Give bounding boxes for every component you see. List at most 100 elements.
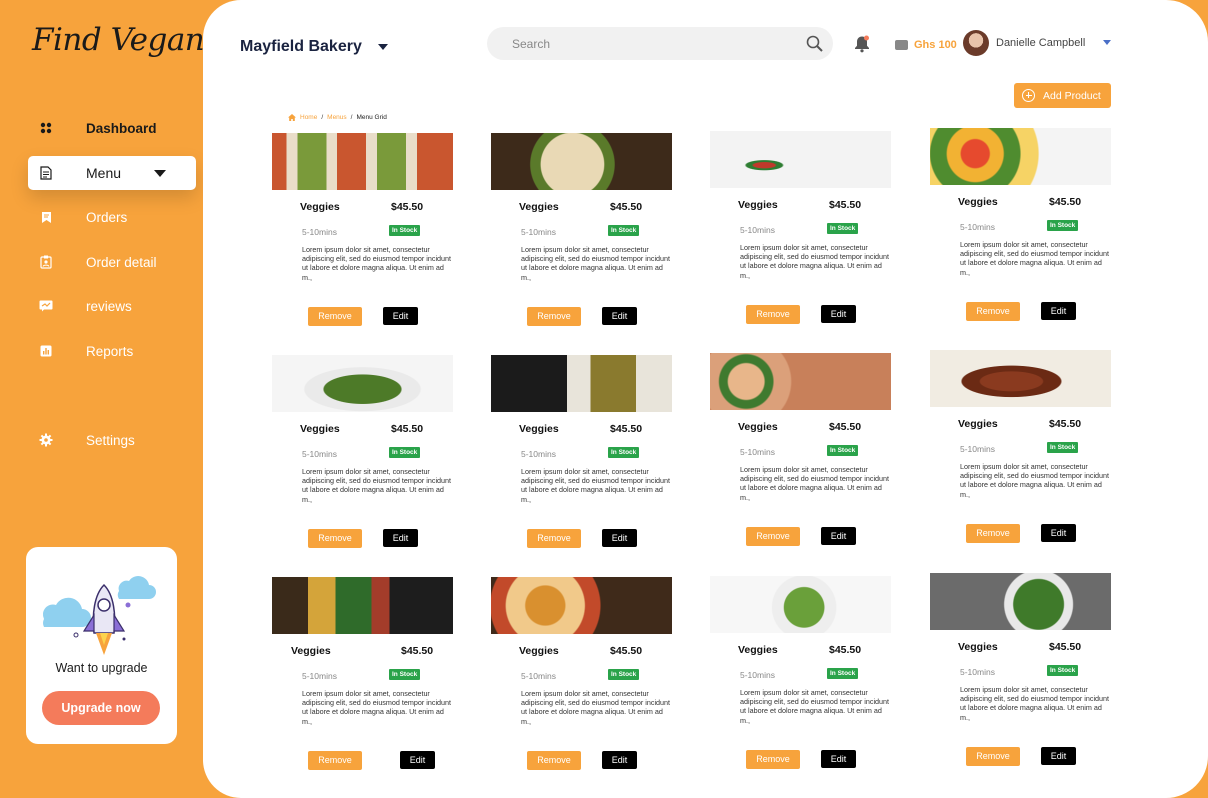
- sidebar-item-reports[interactable]: Reports: [28, 334, 196, 368]
- product-price: $45.50: [610, 423, 643, 435]
- sidebar-item-menu[interactable]: Menu: [28, 156, 196, 190]
- product-description: Lorem ipsum dolor sit amet, consectetur …: [521, 689, 671, 726]
- prep-time: 5-10mins: [740, 225, 775, 235]
- product-image: [710, 576, 891, 633]
- search-input[interactable]: [512, 27, 792, 60]
- search-icon[interactable]: [806, 35, 823, 57]
- prep-time: 5-10mins: [740, 447, 775, 457]
- product-price: $45.50: [401, 645, 434, 657]
- product-description: Lorem ipsum dolor sit amet, consectetur …: [740, 688, 890, 725]
- sidebar-item-label: Order detail: [86, 254, 157, 270]
- remove-button[interactable]: Remove: [527, 751, 581, 770]
- sidebar-item-settings[interactable]: Settings: [28, 423, 196, 457]
- remove-button[interactable]: Remove: [746, 750, 800, 769]
- product-description: Lorem ipsum dolor sit amet, consectetur …: [960, 685, 1110, 722]
- sidebar-item-label: Reports: [86, 343, 134, 359]
- edit-button[interactable]: Edit: [821, 750, 856, 768]
- remove-button[interactable]: Remove: [746, 305, 800, 324]
- remove-button[interactable]: Remove: [966, 302, 1020, 321]
- sidebar-item-reviews[interactable]: reviews: [28, 289, 196, 323]
- remove-button[interactable]: Remove: [746, 527, 800, 546]
- product-description: Lorem ipsum dolor sit amet, consectetur …: [960, 240, 1110, 277]
- sidebar: Find Vegan Dashboard Menu Orders Order d…: [0, 0, 210, 798]
- review-icon: [38, 298, 54, 314]
- sidebar-item-order-detail[interactable]: Order detail: [28, 245, 196, 279]
- product-name: Veggies: [519, 645, 559, 657]
- avatar[interactable]: [963, 30, 989, 56]
- remove-button[interactable]: Remove: [527, 529, 581, 548]
- chart-icon: [38, 343, 54, 359]
- balance-value: Ghs 100: [914, 39, 957, 51]
- stock-badge: In Stock: [389, 447, 421, 458]
- remove-button[interactable]: Remove: [308, 529, 362, 548]
- sidebar-item-dashboard[interactable]: Dashboard: [28, 111, 196, 145]
- product-description: Lorem ipsum dolor sit amet, consectetur …: [521, 245, 671, 282]
- sidebar-item-label: Dashboard: [86, 120, 157, 136]
- product-price: $45.50: [391, 201, 424, 213]
- product-name: Veggies: [519, 423, 559, 435]
- edit-button[interactable]: Edit: [821, 305, 856, 323]
- remove-button[interactable]: Remove: [966, 524, 1020, 543]
- product-price: $45.50: [610, 645, 643, 657]
- product-card: Veggies $45.50 5-10mins In Stock Lorem ipsum…: [491, 577, 672, 782]
- product-price: $45.50: [1049, 418, 1082, 430]
- product-name: Veggies: [958, 196, 998, 208]
- remove-button[interactable]: Remove: [966, 747, 1020, 766]
- product-description: Lorem ipsum dolor sit amet, consectetur …: [960, 462, 1110, 499]
- edit-button[interactable]: Edit: [1041, 747, 1076, 765]
- stock-badge: In Stock: [827, 445, 859, 456]
- product-card: Veggies $45.50 5-10mins In Stock Lorem ipsum…: [491, 355, 672, 560]
- product-image: [272, 355, 453, 412]
- edit-button[interactable]: Edit: [1041, 524, 1076, 542]
- remove-button[interactable]: Remove: [308, 751, 362, 770]
- upgrade-title: Want to upgrade: [55, 661, 148, 675]
- bell-icon[interactable]: [854, 35, 870, 58]
- stock-badge: In Stock: [1047, 665, 1079, 676]
- chevron-down-icon[interactable]: [1103, 40, 1111, 45]
- edit-button[interactable]: Edit: [602, 529, 637, 547]
- product-card: Veggies $45.50 5-10mins In Stock Lorem ipsum…: [272, 133, 453, 338]
- document-icon: [38, 165, 54, 181]
- product-name: Veggies: [958, 641, 998, 653]
- edit-button[interactable]: Edit: [602, 751, 637, 769]
- product-name: Veggies: [300, 423, 340, 435]
- product-description: Lorem ipsum dolor sit amet, consectetur …: [740, 243, 890, 280]
- product-price: $45.50: [610, 201, 643, 213]
- product-card: Veggies $45.50 5-10mins In Stock Lorem ipsum…: [272, 355, 453, 560]
- sidebar-item-orders[interactable]: Orders: [28, 200, 196, 234]
- orders-icon: [38, 209, 54, 225]
- product-card: Veggies $45.50 5-10mins In Stock Lorem ipsum…: [710, 131, 891, 336]
- edit-button[interactable]: Edit: [1041, 302, 1076, 320]
- chevron-down-icon[interactable]: [154, 169, 166, 177]
- remove-button[interactable]: Remove: [308, 307, 362, 326]
- add-product-button[interactable]: Add Product: [1014, 83, 1111, 108]
- product-card: Veggies $45.50 5-10mins In Stock Lorem ipsum…: [710, 353, 891, 558]
- stock-badge: In Stock: [389, 225, 421, 236]
- store-selector[interactable]: Mayfield Bakery: [240, 38, 388, 56]
- product-image: [710, 131, 891, 188]
- prep-time: 5-10mins: [960, 667, 995, 677]
- product-price: $45.50: [1049, 196, 1082, 208]
- breadcrumb-home[interactable]: Home: [300, 114, 317, 121]
- remove-button[interactable]: Remove: [527, 307, 581, 326]
- breadcrumb-menus[interactable]: Menus: [327, 114, 347, 121]
- edit-button[interactable]: Edit: [383, 529, 418, 547]
- upgrade-now-button[interactable]: Upgrade now: [42, 691, 160, 725]
- edit-button[interactable]: Edit: [821, 527, 856, 545]
- edit-button[interactable]: Edit: [383, 307, 418, 325]
- prep-time: 5-10mins: [960, 444, 995, 454]
- edit-button[interactable]: Edit: [602, 307, 637, 325]
- product-image: [930, 128, 1111, 185]
- user-name[interactable]: Danielle Campbell: [996, 37, 1085, 49]
- home-icon: [288, 114, 296, 121]
- breadcrumb-current: Menu Grid: [356, 114, 387, 121]
- product-description: Lorem ipsum dolor sit amet, consectetur …: [302, 689, 452, 726]
- store-name: Mayfield Bakery: [240, 38, 362, 55]
- stock-badge: In Stock: [389, 669, 421, 680]
- product-description: Lorem ipsum dolor sit amet, consectetur …: [302, 245, 452, 282]
- prep-time: 5-10mins: [521, 671, 556, 681]
- product-card: Veggies $45.50 5-10mins In Stock Lorem ipsum…: [930, 573, 1111, 778]
- wallet-balance[interactable]: Ghs 100: [895, 39, 957, 51]
- prep-time: 5-10mins: [740, 670, 775, 680]
- edit-button[interactable]: Edit: [400, 751, 435, 769]
